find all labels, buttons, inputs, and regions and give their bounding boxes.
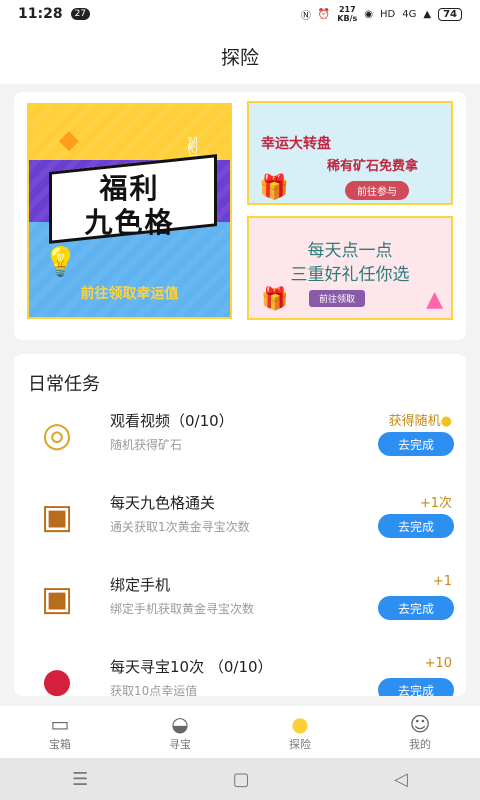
signal-icon: ▲ [423,8,432,20]
banner-title: 幸运大转盘 [261,136,331,152]
wifi-icon: ◉ [364,8,374,20]
gift-icon: 🎁 [259,173,289,201]
chest-icon: ▭ [50,712,70,736]
network-speed-value: 217 [338,5,356,14]
tab-profile[interactable]: ☺ 我的 [360,706,480,758]
menu-icon[interactable]: ☰ [72,769,88,790]
gift-box-icon: 🎁 [261,287,289,312]
alarm-icon: ⏰ [317,8,331,20]
claim-button[interactable]: 前往领取 [309,290,366,307]
task-title: 每天九色格通关 [110,494,216,512]
task-row: ▣ 绑定手机 绑定手机获取黄金寻宝次数 +1 去完成 [14,570,466,650]
task-subtitle: 随机获得矿石 [110,438,183,452]
task-title: 每天寻宝10次 （0/10） [110,658,273,676]
tab-label: 宝箱 [49,738,71,751]
task-title: 绑定手机 [110,576,171,594]
task-reward: +10 [424,656,452,671]
complete-button[interactable]: 去完成 [378,432,454,456]
nfc-icon: Ⓝ [300,10,311,22]
party-hat-icon: ▲ [426,287,443,312]
gold-coins-icon: ◎ [42,415,72,455]
daily-click-banner[interactable]: 每天点一点 三重好礼任你选 前往领取 🎁 ▲ [247,216,453,320]
banner-subtitle: 三重好礼任你选 [290,265,410,285]
tab-label: 我的 [409,738,431,751]
banner-subtitle: 稀有矿石免费拿 [327,159,419,174]
page-header: 探险 [0,28,480,84]
task-subtitle: 绑定手机获取黄金寻宝次数 [110,602,255,616]
potion-icon: ● [42,661,72,696]
bottom-tab-bar: ▭ 宝箱 ◒ 寻宝 ● 探险 ☺ 我的 [0,706,480,758]
tab-label: 寻宝 [169,738,191,751]
profile-icon: ☺ [409,712,431,736]
home-icon[interactable]: ▢ [233,769,250,790]
task-reward-text: 获得随机 [388,414,441,429]
task-subtitle: 获取10点幸运值 [110,684,198,696]
section-title: 日常任务 [28,374,100,395]
join-button[interactable]: 前往参与 [345,181,409,200]
treasure-chest-icon: ▣ [40,497,74,537]
daily-tasks-section: 日常任务 ◎ 观看视频（0/10） 随机获得矿石 获得随机● 去完成 ▣ 每天九… [14,354,466,696]
tab-label: 探险 [289,738,311,751]
task-reward: +1次 [419,496,452,511]
task-subtitle: 通关获取1次黄金寻宝次数 [110,520,250,534]
treasure-chest-icon: ▣ [40,579,74,619]
complete-button[interactable]: 去完成 [378,678,454,696]
complete-button[interactable]: 去完成 [378,596,454,620]
hd-icon: HD [380,8,396,20]
nine-grid-banner[interactable]: ◆ ✌ 福利 九色格 💡 前往领取幸运值 [27,103,232,319]
network-speed: 217 KB/s [337,5,357,23]
banner-cta[interactable]: 前往领取幸运值 [29,283,230,303]
ore-icon: ● [440,414,452,429]
status-icons: Ⓝ ⏰ 217 KB/s ◉ HD 4G ▲ 74 [301,5,462,23]
status-bar: 11:28 27 Ⓝ ⏰ 217 KB/s ◉ HD 4G ▲ 74 [0,0,480,28]
diamond-icon: ◆ [59,125,79,155]
planet-icon: ● [291,712,309,736]
task-row: ▣ 每天九色格通关 通关获取1次黄金寻宝次数 +1次 去完成 [14,488,466,568]
task-reward: 获得随机● [389,410,452,429]
task-reward: +1 [432,574,452,589]
battery-indicator: 74 [438,7,462,21]
back-icon[interactable]: ◁ [394,769,408,790]
banner-title: 每天点一点 [307,241,393,261]
task-row: ◎ 观看视频（0/10） 随机获得矿石 获得随机● 去完成 [14,406,466,486]
tab-chest[interactable]: ▭ 宝箱 [0,706,120,758]
clock: 11:28 [18,6,63,22]
page-title: 探险 [220,46,259,69]
tab-explore[interactable]: ● 探险 [240,706,360,758]
tab-treasure-hunt[interactable]: ◒ 寻宝 [120,706,240,758]
task-row: ● 每天寻宝10次 （0/10） 获取10点幸运值 +10 去完成 [14,652,466,696]
network-speed-unit: KB/s [337,14,358,23]
banner-title-line2: 九色格 [84,206,175,239]
network-type: 4G [402,8,417,20]
lucky-wheel-banner[interactable]: 🎁 幸运大转盘 稀有矿石免费拿 前往参与 [247,101,453,205]
task-title: 观看视频（0/10） [110,412,234,430]
banner-section: ◆ ✌ 福利 九色格 💡 前往领取幸运值 🎁 幸运大转盘 稀有矿石免费拿 前往参… [14,92,466,340]
complete-button[interactable]: 去完成 [378,514,454,538]
system-nav-bar: ☰ ▢ ◁ [0,758,480,800]
notification-badge: 27 [70,8,91,20]
ingot-icon: ◒ [171,712,189,736]
lightbulb-icon: 💡 [43,245,78,278]
